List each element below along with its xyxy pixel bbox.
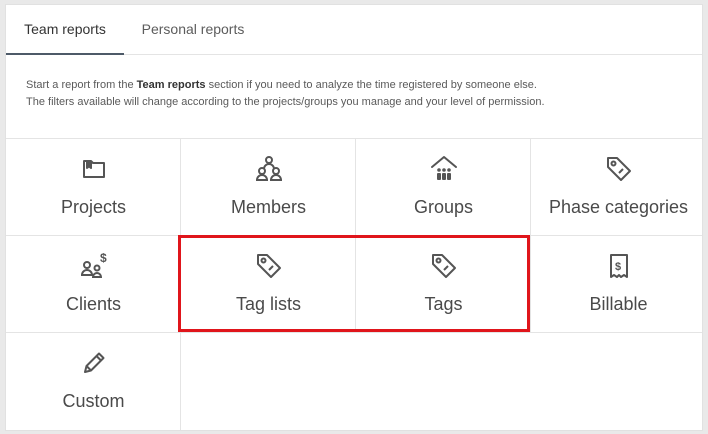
description-bold: Team reports <box>136 79 206 91</box>
description-text: Start a report from the <box>26 79 137 91</box>
reports-panel: Team reports Personal reports Start a re… <box>5 4 703 431</box>
description-line-2: The filters available will change accord… <box>26 96 545 108</box>
tile-members[interactable]: Members <box>181 139 356 236</box>
grid-divider <box>6 235 702 236</box>
svg-text:$: $ <box>615 261 621 273</box>
members-icon <box>181 154 356 184</box>
grid-divider <box>180 139 181 430</box>
svg-text:$: $ <box>100 251 107 265</box>
tile-label: Billable <box>589 294 648 314</box>
tab-personal-reports[interactable]: Personal reports <box>127 5 259 54</box>
tile-label: Members <box>230 197 306 217</box>
tile-projects[interactable]: Projects <box>6 139 181 236</box>
tile-label: Projects <box>60 197 127 217</box>
grid-divider <box>355 139 356 333</box>
folder-icon <box>6 154 181 184</box>
tile-label: Tag lists <box>235 294 302 314</box>
report-description: Start a report from the Team reports sec… <box>26 77 686 111</box>
groups-icon <box>356 154 531 184</box>
tag-icon <box>181 251 356 281</box>
tag-icon <box>531 154 702 184</box>
tile-billable[interactable]: $ Billable <box>531 236 702 333</box>
pencil-icon <box>6 348 181 378</box>
receipt-icon: $ <box>531 251 702 281</box>
tile-clients[interactable]: $ Clients <box>6 236 181 333</box>
tile-custom[interactable]: Custom <box>6 333 181 430</box>
tab-team-reports[interactable]: Team reports <box>6 5 124 55</box>
report-tabs: Team reports Personal reports <box>6 5 702 55</box>
tile-label: Custom <box>62 391 125 411</box>
grid-divider <box>6 332 702 333</box>
tile-groups[interactable]: Groups <box>356 139 531 236</box>
tile-phase-categories[interactable]: Phase categories <box>531 139 702 236</box>
tile-label: Tags <box>424 294 463 314</box>
tile-tag-lists[interactable]: Tag lists <box>181 236 356 333</box>
tile-label: Groups <box>413 197 474 217</box>
tag-icon <box>356 251 531 281</box>
clients-icon: $ <box>6 251 181 281</box>
tile-tags[interactable]: Tags <box>356 236 531 333</box>
tile-label: Phase categories <box>548 197 689 217</box>
description-text: section if you need to analyze the time … <box>205 79 537 91</box>
grid-divider <box>530 139 531 333</box>
tile-label: Clients <box>65 294 122 314</box>
